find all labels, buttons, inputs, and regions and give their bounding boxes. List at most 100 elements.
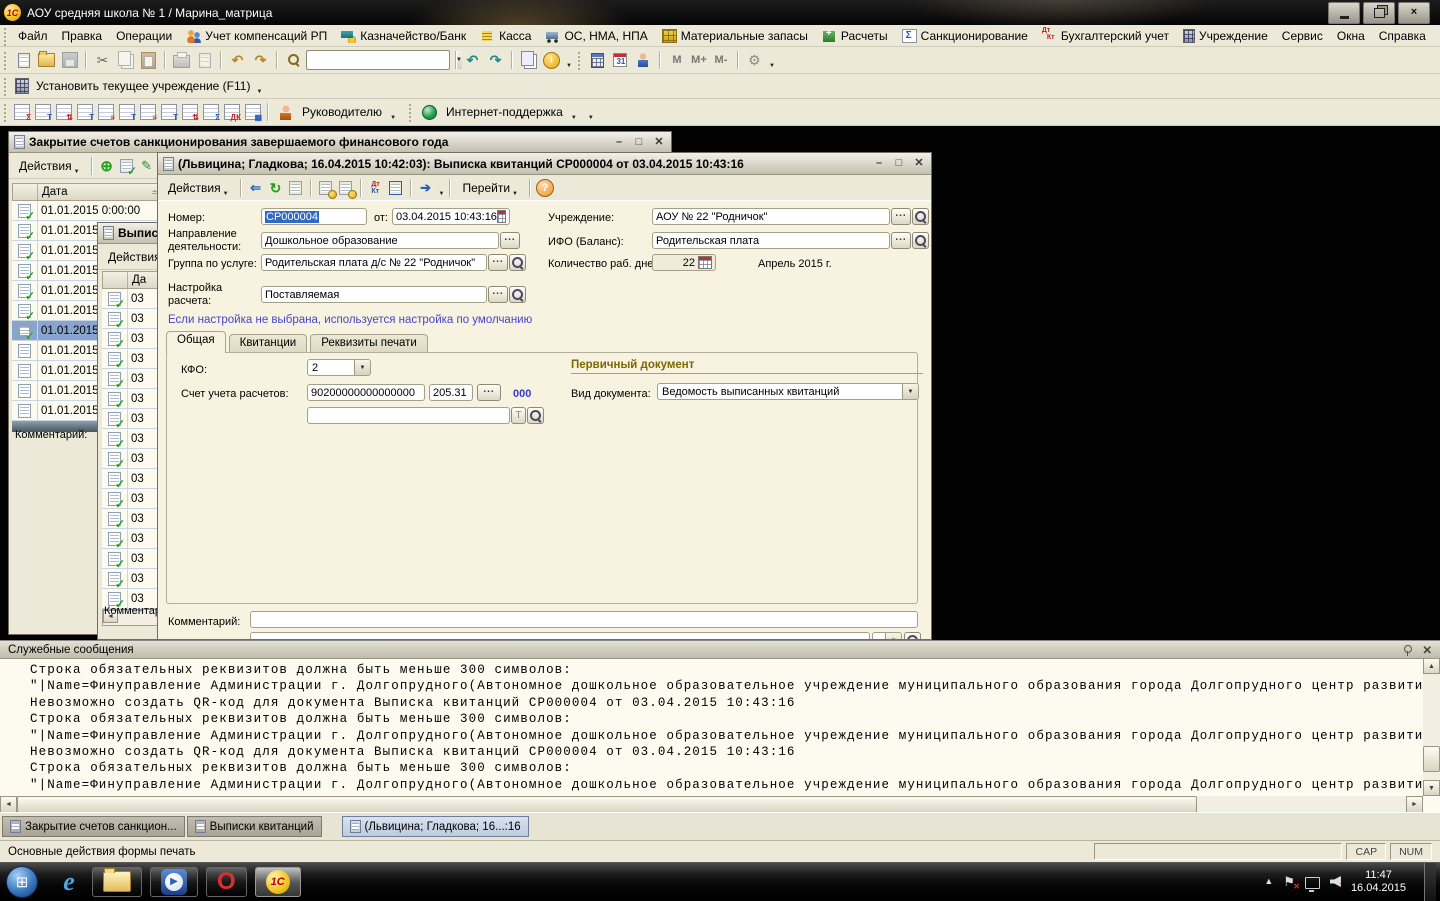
account-extra-field[interactable] — [307, 407, 510, 424]
open-button[interactable] — [527, 407, 544, 424]
restore-button[interactable] — [1363, 2, 1395, 24]
redo-icon[interactable]: ↷ — [250, 50, 271, 71]
dropdown-icon[interactable] — [902, 384, 918, 399]
toolbar-overflow-chevron-icon[interactable] — [586, 105, 594, 119]
list-header[interactable]: Дата≐ — [12, 183, 164, 201]
action-center-flag-icon[interactable]: ⚑ — [1283, 875, 1295, 888]
info-icon[interactable]: i — [541, 50, 562, 71]
form-tab[interactable]: Общая — [166, 331, 226, 353]
kfo-select[interactable]: 2 — [307, 359, 371, 376]
menu-item[interactable]: ОС, НМА, НПА — [538, 27, 654, 45]
cut-icon[interactable]: ✂ — [92, 50, 113, 71]
report-icon[interactable]: ≡ — [140, 104, 156, 120]
report-icon[interactable]: ▦ — [245, 104, 261, 120]
tools-icon[interactable]: ⚙ — [744, 50, 765, 71]
new-document-icon[interactable] — [13, 50, 34, 71]
icon-column-header[interactable] — [103, 272, 128, 288]
toolbar-grip[interactable] — [2, 50, 7, 70]
menu-item[interactable]: Учет компенсаций РП — [179, 27, 334, 45]
export-icon[interactable]: ➔ — [417, 179, 435, 197]
chevron-down-icon[interactable] — [254, 79, 262, 93]
network-icon[interactable] — [1305, 877, 1320, 889]
window-closing-titlebar[interactable]: Закрытие счетов санкционирования заверша… — [9, 132, 671, 153]
report-icon[interactable]: ≡ — [98, 104, 114, 120]
calculator-icon[interactable] — [587, 50, 608, 71]
menu-item[interactable]: Бухгалтерский учет — [1035, 27, 1176, 45]
menu-item[interactable]: Учреждение — [1176, 27, 1275, 45]
menu-item[interactable]: Операции — [109, 27, 179, 45]
toolbar-grip[interactable] — [2, 76, 7, 96]
choose-button[interactable]: ... — [488, 286, 508, 303]
institution-field[interactable]: АОУ № 22 "Родничок" — [652, 208, 890, 225]
report-icon[interactable]: Т — [35, 104, 51, 120]
start-button[interactable]: ⊞ — [6, 866, 38, 898]
ifo-field[interactable]: Родительская плата — [652, 232, 890, 249]
vertical-scrollbar[interactable]: ▲ ▼ — [1423, 658, 1440, 796]
calc-setting-field[interactable]: Поставляемая — [261, 286, 487, 303]
copy-icon[interactable] — [115, 50, 136, 71]
copy-add-icon[interactable] — [287, 179, 305, 197]
memory-button[interactable]: M — [666, 51, 688, 70]
form-tab[interactable]: Квитанции — [229, 334, 308, 353]
goto-menu-button[interactable]: Перейти — [456, 178, 524, 199]
clipped-field[interactable] — [250, 632, 870, 640]
toolbar-grip[interactable] — [407, 102, 412, 122]
menu-item[interactable]: Сервис — [1275, 27, 1330, 45]
maximize-button[interactable]: □ — [892, 157, 906, 170]
calendar-icon[interactable] — [497, 210, 506, 223]
menu-item[interactable]: Справка — [1372, 27, 1433, 45]
scrollbar-thumb[interactable] — [17, 796, 1197, 813]
internet-explorer-button[interactable]: e — [46, 867, 92, 897]
actions-menu-button[interactable]: Действия — [13, 155, 86, 176]
doc-kind-select[interactable]: Ведомость выписанных квитанций — [657, 383, 919, 400]
menu-item[interactable]: Расчеты — [815, 27, 895, 45]
service-messages-titlebar[interactable]: Служебные сообщения ✕ — [0, 641, 1440, 659]
close-button[interactable]: × — [1398, 2, 1430, 24]
menu-item[interactable]: Окна — [1330, 27, 1372, 45]
edit-icon[interactable]: ✎ — [138, 157, 156, 175]
refresh-icon[interactable]: ↻ — [267, 179, 285, 197]
dt-kt-postings-icon[interactable]: ДтКт — [367, 179, 385, 197]
show-hidden-icons[interactable]: ▲ — [1264, 877, 1273, 886]
window-document-titlebar[interactable]: (Львицина; Гладкова; 16.04.2015 10:42:03… — [158, 153, 931, 175]
menu-item[interactable]: Правка — [55, 27, 110, 45]
scroll-up-icon[interactable]: ▲ — [1423, 658, 1440, 674]
help-icon[interactable]: ? — [536, 179, 554, 197]
toolbar-grip[interactable] — [2, 102, 7, 122]
menu-item[interactable]: Касса — [473, 27, 538, 45]
print-preview-icon[interactable] — [194, 50, 215, 71]
paste-icon[interactable] — [138, 50, 159, 71]
maximize-button[interactable]: □ — [632, 136, 646, 149]
account-number-field[interactable]: 205.31 — [429, 384, 473, 401]
clipped-open-button[interactable] — [904, 632, 921, 640]
chevron-down-icon[interactable] — [437, 181, 445, 195]
add-icon[interactable]: ⊕ — [98, 157, 116, 175]
choose-button[interactable]: ... — [891, 208, 911, 225]
actions-menu-button[interactable]: Действия — [162, 178, 235, 199]
scroll-down-icon[interactable]: ▼ — [1423, 780, 1440, 796]
internet-support-button[interactable]: Интернет-поддержка — [443, 105, 566, 119]
report-icon[interactable]: ⇅ — [56, 104, 72, 120]
report-icon[interactable]: Σ — [203, 104, 219, 120]
chevron-down-icon[interactable] — [767, 53, 775, 67]
memory-button[interactable]: M- — [710, 51, 732, 70]
pin-icon[interactable] — [1402, 645, 1412, 655]
open-button[interactable] — [912, 208, 929, 225]
report-icon[interactable]: Т — [161, 104, 177, 120]
window-tab[interactable]: Закрытие счетов санкцион... — [2, 816, 185, 837]
menu-item[interactable]: Материальные запасы — [655, 27, 815, 45]
choose-button[interactable]: ... — [891, 232, 911, 249]
show-desktop-button[interactable] — [1424, 863, 1436, 901]
menu-item[interactable]: Казначейство/Банк — [334, 27, 473, 45]
close-button[interactable]: ✕ — [652, 136, 666, 149]
go-link-back-icon[interactable]: ↶ — [462, 50, 483, 71]
window-tab[interactable]: Выписки квитанций — [187, 816, 322, 837]
horizontal-scrollbar[interactable]: ◄ ► — [0, 796, 1423, 813]
toolbar-grip[interactable] — [576, 50, 581, 70]
menu-item[interactable]: Санкционирование — [895, 27, 1035, 45]
save-icon[interactable] — [59, 50, 80, 71]
copy-document-icon[interactable] — [118, 157, 136, 175]
taskbar-clock[interactable]: 11:47 16.04.2015 — [1351, 869, 1406, 895]
chevron-down-icon[interactable] — [569, 105, 577, 119]
menu-item[interactable]: Файл — [11, 27, 55, 45]
